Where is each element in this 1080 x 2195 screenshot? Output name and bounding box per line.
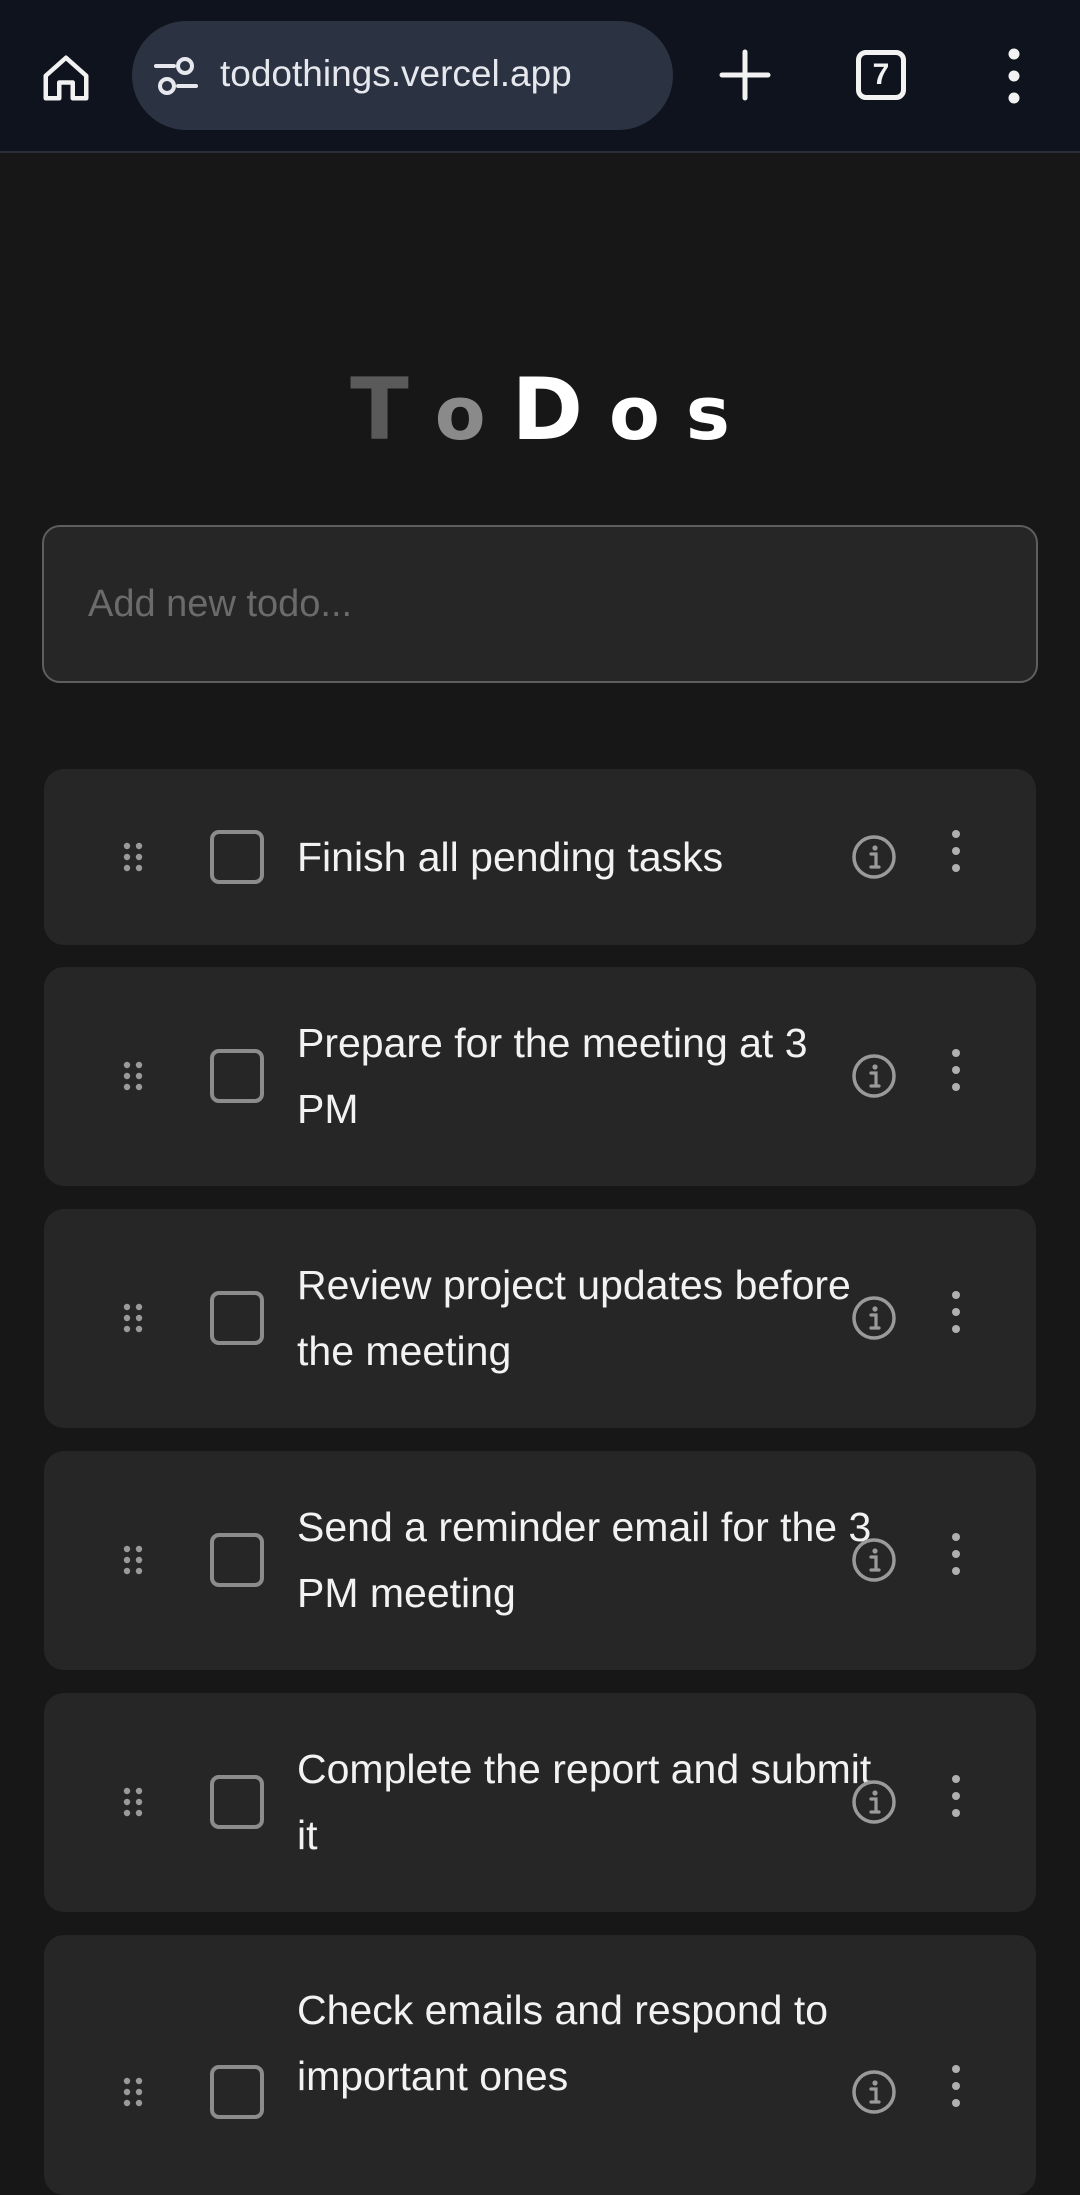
more-vertical-icon[interactable] — [944, 2064, 968, 2108]
more-vertical-icon[interactable] — [944, 1774, 968, 1818]
new-todo-input[interactable] — [42, 525, 1038, 683]
todo-checkbox[interactable] — [210, 1291, 264, 1345]
url-text: todothings.vercel.app — [220, 53, 572, 94]
todo-item[interactable]: Check emails and respond to important on… — [44, 1935, 1036, 2195]
drag-handle-icon[interactable] — [122, 1787, 144, 1817]
todo-text: Finish all pending tasks — [297, 834, 724, 880]
address-bar[interactable]: todothings.vercel.app — [132, 21, 673, 130]
todo-checkbox[interactable] — [210, 1775, 264, 1829]
more-vertical-icon[interactable] — [944, 1048, 968, 1092]
title-letter-2: o — [434, 371, 512, 457]
tab-count: 7 — [872, 58, 890, 91]
title-letter-1: T — [350, 360, 435, 460]
todo-checkbox[interactable] — [210, 1049, 264, 1103]
title-letter-5: s — [685, 371, 756, 457]
more-vertical-icon[interactable] — [944, 1290, 968, 1334]
todo-checkbox[interactable] — [210, 830, 264, 884]
todo-text: Check emails and respond to important on… — [297, 1987, 829, 2099]
todo-checkbox[interactable] — [210, 1533, 264, 1587]
todo-text: Complete the report and submit it — [297, 1746, 872, 1858]
todo-item[interactable]: Complete the report and submit it — [44, 1693, 1036, 1912]
more-vertical-icon[interactable] — [944, 1532, 968, 1576]
todo-item[interactable]: Send a reminder email for the 3 PM meeti… — [44, 1451, 1036, 1670]
todo-item[interactable]: Review project updates before the meetin… — [44, 1209, 1036, 1428]
todo-text: Prepare for the meeting at 3 PM — [297, 1020, 808, 1132]
more-vertical-icon[interactable] — [944, 829, 968, 873]
browser-menu-button[interactable] — [996, 46, 1032, 106]
drag-handle-icon[interactable] — [122, 2077, 144, 2107]
todo-text: Send a reminder email for the 3 PM meeti… — [297, 1504, 872, 1616]
title-letter-3: D — [511, 360, 609, 460]
tune-icon[interactable] — [154, 55, 198, 97]
home-icon — [43, 55, 89, 101]
todo-checkbox[interactable] — [210, 2065, 264, 2119]
drag-handle-icon[interactable] — [122, 1303, 144, 1333]
todo-item[interactable]: Prepare for the meeting at 3 PM — [44, 967, 1036, 1186]
app-title: ToDos — [0, 360, 1080, 460]
info-icon[interactable] — [850, 1778, 898, 1826]
drag-handle-icon[interactable] — [122, 1545, 144, 1575]
drag-handle-icon[interactable] — [122, 842, 144, 872]
todo-text: Review project updates before the meetin… — [297, 1262, 851, 1374]
info-icon[interactable] — [850, 1294, 898, 1342]
drag-handle-icon[interactable] — [122, 1061, 144, 1091]
title-letter-4: o — [609, 371, 686, 457]
info-icon[interactable] — [850, 1052, 898, 1100]
info-icon[interactable] — [850, 2068, 898, 2116]
browser-toolbar: todothings.vercel.app 7 — [0, 0, 1080, 153]
info-icon[interactable] — [850, 833, 898, 881]
home-button[interactable] — [36, 48, 96, 108]
new-tab-button[interactable] — [716, 46, 774, 104]
todo-item[interactable]: Finish all pending tasks — [44, 769, 1036, 945]
tab-switcher-button[interactable]: 7 — [856, 50, 906, 100]
info-icon[interactable] — [850, 1536, 898, 1584]
